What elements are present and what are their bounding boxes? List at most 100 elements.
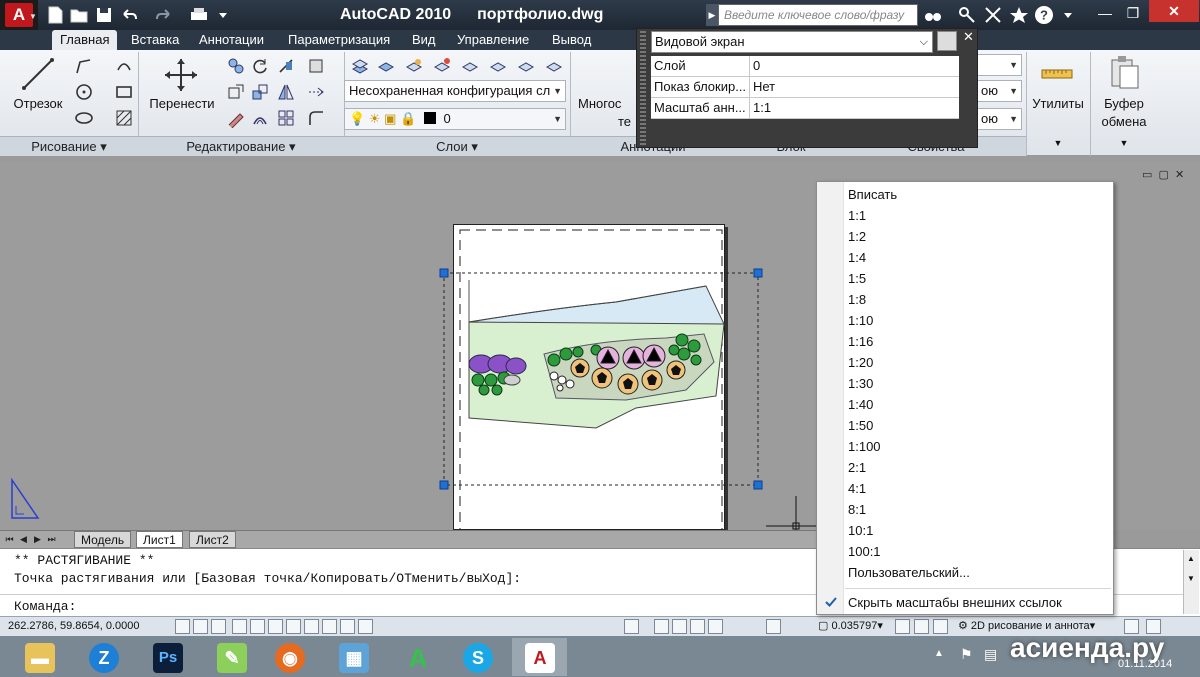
taskbar-archicad[interactable]: A — [390, 638, 445, 676]
showmotion-icon[interactable] — [708, 619, 723, 634]
tab-output[interactable]: Вывод — [544, 30, 599, 50]
menu-item-scale[interactable]: 1:16 — [845, 331, 1113, 352]
menu-item-scale[interactable]: 4:1 — [845, 478, 1113, 499]
last-tab-icon[interactable]: ⏭ — [46, 533, 57, 546]
mirror-icon[interactable] — [276, 82, 296, 102]
tab-model[interactable]: Модель — [74, 531, 132, 548]
menu-item-fit[interactable]: Вписать — [845, 184, 1113, 205]
property-value[interactable]: Нет — [751, 77, 959, 97]
clipboard-label-1[interactable]: Буфер — [1094, 96, 1154, 111]
fillet-icon[interactable] — [306, 108, 326, 128]
new-file-icon[interactable] — [44, 4, 66, 26]
menu-item-scale[interactable]: 2:1 — [845, 457, 1113, 478]
taskbar-autocad[interactable]: A — [512, 638, 567, 676]
color-select[interactable]: ▼ — [976, 54, 1022, 76]
menu-item-scale[interactable]: 1:50 — [845, 415, 1113, 436]
layers-panel-title[interactable]: Слои ▾ — [344, 136, 570, 156]
next-tab-icon[interactable]: ▶ — [32, 533, 43, 546]
minimize-button[interactable]: — — [1092, 2, 1118, 24]
tab-insert[interactable]: Вставка — [123, 30, 187, 50]
help-dropdown-icon[interactable] — [1060, 4, 1076, 26]
rotate-icon[interactable] — [250, 56, 270, 76]
ellipse-icon[interactable] — [74, 108, 94, 128]
lineweight-select[interactable]: ою ▼ — [976, 108, 1022, 130]
lineweight-icon[interactable] — [340, 619, 355, 634]
zoom-icon[interactable] — [672, 619, 687, 634]
layer-freeze-icon[interactable] — [516, 56, 536, 76]
line-tool-icon[interactable] — [18, 54, 58, 94]
menu-item-scale[interactable]: 10:1 — [845, 520, 1113, 541]
object-type-select[interactable]: Видовой экран ⌵ — [651, 31, 933, 53]
3d-osnap-icon[interactable] — [268, 619, 283, 634]
move-tool-icon[interactable] — [162, 56, 200, 94]
undo-icon[interactable] — [118, 4, 140, 26]
layer-state-select[interactable]: Несохраненная конфигурация сл ▼ — [344, 80, 566, 102]
clipboard-icon[interactable] — [1108, 54, 1142, 92]
offset-icon[interactable] — [250, 108, 270, 128]
menu-item-scale[interactable]: 8:1 — [845, 499, 1113, 520]
close-button[interactable]: ✕ — [1149, 0, 1199, 22]
layout-drawing[interactable] — [436, 222, 766, 532]
tab-view[interactable]: Вид — [404, 30, 444, 50]
save-icon[interactable] — [93, 4, 115, 26]
command-prompt[interactable]: Команда: — [14, 599, 76, 614]
subscription-key-icon[interactable] — [956, 4, 978, 26]
menu-item-scale[interactable]: 1:20 — [845, 352, 1113, 373]
binoculars-icon[interactable] — [922, 4, 944, 26]
communication-center-icon[interactable] — [982, 4, 1004, 26]
chevron-up-icon[interactable]: ▲ — [1187, 554, 1195, 563]
help-icon[interactable]: ? — [1033, 4, 1055, 26]
menu-item-scale[interactable]: 1:5 — [845, 268, 1113, 289]
rectangle-icon[interactable] — [114, 82, 134, 102]
layer-off-icon[interactable] — [432, 56, 452, 76]
plot-icon[interactable] — [188, 4, 210, 26]
tab-manage[interactable]: Управление — [449, 30, 537, 50]
menu-item-scale[interactable]: 1:8 — [845, 289, 1113, 310]
tab-layout1[interactable]: Лист1 — [136, 531, 183, 548]
utilities-label[interactable]: Утилиты — [1028, 96, 1088, 111]
tab-parametric[interactable]: Параметризация — [280, 30, 398, 50]
menu-item-scale[interactable]: 1:4 — [845, 247, 1113, 268]
layer-lock-icon[interactable] — [544, 56, 564, 76]
property-row[interactable]: Показ блокир... Нет — [651, 77, 959, 98]
layer-match-icon[interactable] — [460, 56, 480, 76]
layout-icon[interactable] — [624, 619, 639, 634]
taskbar-photoshop[interactable]: Ps — [140, 638, 195, 676]
network-icon[interactable]: ▤ — [984, 646, 997, 663]
modify-panel-title[interactable]: Редактирование ▾ — [138, 136, 344, 156]
current-layer-select[interactable]: 💡 ☀ ▣ 🔒 0 ▼ — [344, 108, 566, 130]
draw-panel-title[interactable]: Рисование ▾ — [0, 136, 138, 156]
close-icon[interactable]: ✕ — [963, 29, 974, 45]
arc-icon[interactable] — [114, 56, 134, 76]
command-scrollbar[interactable]: ▲ ▼ — [1183, 550, 1199, 614]
menu-item-hide-xref-scales[interactable]: Скрыть масштабы внешних ссылок — [845, 592, 1113, 613]
search-input[interactable]: Введите ключевое слово/фразу — [718, 4, 918, 26]
grid-icon[interactable] — [193, 619, 208, 634]
viewport-maximize-icon[interactable] — [766, 619, 781, 634]
otrack-icon[interactable] — [286, 619, 301, 634]
circle-icon[interactable] — [74, 82, 94, 102]
menu-item-custom[interactable]: Пользовательский... — [845, 562, 1113, 583]
redo-icon[interactable] — [153, 4, 175, 26]
tray-expand-icon[interactable]: ▲ — [934, 648, 944, 659]
clipboard-label-2[interactable]: обмена — [1094, 114, 1154, 129]
scale-icon[interactable] — [250, 82, 270, 102]
menu-item-scale[interactable]: 100:1 — [845, 541, 1113, 562]
explode-icon[interactable] — [306, 56, 326, 76]
move-tool-label[interactable]: Перенести — [144, 96, 220, 111]
property-row[interactable]: Слой 0 — [651, 56, 959, 77]
copy-icon[interactable] — [226, 56, 246, 76]
pan-icon[interactable] — [654, 619, 669, 634]
multiline-text-label-2[interactable]: те — [618, 114, 638, 129]
array-icon[interactable] — [276, 108, 296, 128]
property-value[interactable]: 1:1 — [751, 98, 959, 118]
menu-item-scale[interactable]: 1:1 — [845, 205, 1113, 226]
taskbar-notepad[interactable]: ✎ — [204, 638, 259, 676]
document-window-controls[interactable]: ▭ ▢ ✕ — [1142, 168, 1197, 182]
chevron-down-icon[interactable]: ▼ — [1052, 138, 1064, 148]
extend-icon[interactable] — [306, 82, 326, 102]
menu-item-scale[interactable]: 1:100 — [845, 436, 1113, 457]
hatch-icon[interactable] — [114, 108, 134, 128]
taskbar-photos[interactable]: ▦ — [326, 638, 381, 676]
coordinate-readout[interactable]: 262.2786, 59.8654, 0.0000 — [8, 617, 140, 636]
